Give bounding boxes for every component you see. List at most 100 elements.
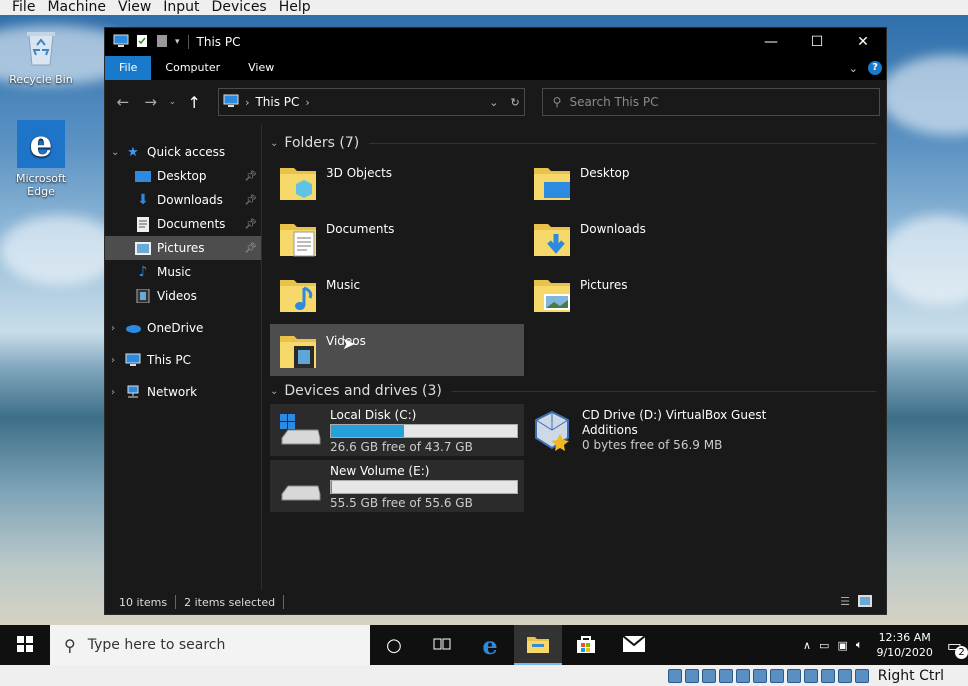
this-pc-icon [223,94,239,111]
action-center-icon[interactable]: ▭ 2 [947,636,968,659]
menu-machine[interactable]: Machine [41,0,112,15]
drives-grid: Local Disk (C:) 26.6 GB free of 43.7 GB … [270,404,876,512]
search-box[interactable]: ⚲ Search This PC [541,88,881,116]
collapse-arrow-icon[interactable]: ⌄ [111,147,125,158]
chevron-down-icon[interactable]: ▾ [175,37,180,47]
new-folder-icon[interactable] [155,34,169,51]
folder-pictures[interactable]: Pictures [524,268,778,320]
expand-arrow-icon[interactable]: › [111,323,125,334]
desktop-icon-edge[interactable]: e Microsoft Edge [6,120,76,198]
folder-videos[interactable]: Videos [270,324,524,376]
folder-desktop[interactable]: Desktop [524,156,778,208]
tab-view[interactable]: View [234,56,288,80]
taskbar-mail[interactable] [610,625,658,665]
title-bar[interactable]: ▾ This PC — ☐ ✕ [105,28,886,56]
close-button[interactable]: ✕ [840,28,886,56]
video-capture-status-icon[interactable] [786,668,801,683]
pin-icon[interactable]: 📌︎ [244,195,257,206]
taskbar-edge[interactable]: e [466,625,514,665]
tab-file[interactable]: File [105,56,152,80]
collapse-arrow-icon[interactable]: ⌄ [270,386,278,397]
pin-icon[interactable]: 📌︎ [244,243,257,254]
breadcrumb-separator[interactable]: › [245,96,249,109]
virtualbox-cd-icon [530,408,574,455]
drive-c[interactable]: Local Disk (C:) 26.6 GB free of 43.7 GB [270,404,524,456]
recent-locations-button[interactable]: ⌄ [166,97,178,107]
help-icon[interactable]: ? [868,61,882,75]
audio-status-icon[interactable] [701,668,716,683]
hard-disk-status-icon[interactable] [667,668,682,683]
edge-icon: e [482,630,498,660]
up-button[interactable]: ↑ [182,93,206,112]
drives-group-header[interactable]: ⌄ Devices and drives (3) [270,378,876,404]
folder-documents[interactable]: Documents [270,212,524,264]
breadcrumb-separator[interactable]: › [305,96,309,109]
nav-item-pictures[interactable]: Pictures 📌︎ [105,236,261,260]
task-view-button[interactable] [418,625,466,665]
folder-music[interactable]: Music [270,268,524,320]
nav-quick-access[interactable]: ⌄ ★ Quick access [105,140,261,164]
address-bar[interactable]: › This PC › ⌄ ↻ [218,88,525,116]
volume-icon[interactable]: 🔈︎ [856,638,863,652]
menu-view[interactable]: View [112,0,157,15]
menu-help[interactable]: Help [273,0,317,15]
mouse-integration-status-icon[interactable] [820,668,835,683]
pin-icon[interactable]: 📌︎ [244,171,257,182]
pictures-icon [135,240,151,256]
cortana-circle-icon: ○ [386,634,402,656]
nav-onedrive[interactable]: › OneDrive [105,316,261,340]
address-dropdown-icon[interactable]: ⌄ [489,96,498,109]
forward-button[interactable]: → [139,93,163,111]
expand-arrow-icon[interactable]: › [111,387,125,398]
notification-count-badge: 2 [955,645,968,659]
display-status-icon[interactable] [769,668,784,683]
menu-input[interactable]: Input [157,0,205,15]
network-status-icon[interactable] [718,668,733,683]
taskbar-file-explorer[interactable] [514,625,562,665]
nav-item-desktop[interactable]: Desktop 📌︎ [105,164,261,188]
minimize-button[interactable]: — [748,28,794,56]
optical-drive-status-icon[interactable] [684,668,699,683]
clock[interactable]: 12:36 AM 9/10/2020 [870,630,938,660]
details-view-icon[interactable]: ☰ [840,595,850,610]
drive-d[interactable]: CD Drive (D:) VirtualBox Guest Additions… [524,404,778,456]
arrow-down-status-icon[interactable] [854,668,869,683]
taskbar-search[interactable]: ⚲ Type here to search [50,625,370,665]
cortana-button[interactable]: ○ [370,625,418,665]
mail-envelope-icon [622,634,646,655]
nav-item-music[interactable]: ♪ Music [105,260,261,284]
folder-downloads[interactable]: Downloads [524,212,778,264]
menu-devices[interactable]: Devices [206,0,273,15]
network-icon[interactable]: ▣ [837,639,847,652]
tab-computer[interactable]: Computer [151,56,234,80]
nav-network[interactable]: › Network [105,380,261,404]
breadcrumb-this-pc[interactable]: This PC [255,95,299,109]
collapse-arrow-icon[interactable]: ⌄ [270,138,278,149]
expand-ribbon-icon[interactable]: ⌄ [849,62,858,75]
power-plug-icon[interactable]: ▭ [819,639,829,652]
nav-item-videos[interactable]: Videos [105,284,261,308]
folders-group-header[interactable]: ⌄ Folders (7) [270,130,876,156]
properties-icon[interactable] [135,34,149,51]
maximize-button[interactable]: ☐ [794,28,840,56]
menu-file[interactable]: File [0,0,41,15]
virtualization-status-icon[interactable] [803,668,818,683]
start-button[interactable] [0,625,50,665]
large-icons-view-icon[interactable] [858,594,872,610]
nav-this-pc[interactable]: › This PC [105,348,261,372]
usb-status-icon[interactable] [735,668,750,683]
show-hidden-icons-icon[interactable]: ∧ [803,639,811,652]
folder-3d-objects[interactable]: 3D Objects [270,156,524,208]
pin-icon[interactable]: 📌︎ [244,219,257,230]
back-button[interactable]: ← [111,93,135,111]
shared-folders-status-icon[interactable] [752,668,767,683]
desktop-icon-recycle-bin[interactable]: Recycle Bin [6,25,76,86]
network-icon [125,384,141,400]
drive-e[interactable]: New Volume (E:) 55.5 GB free of 55.6 GB [270,460,524,512]
expand-arrow-icon[interactable]: › [111,355,125,366]
taskbar-store[interactable] [562,625,610,665]
nav-item-downloads[interactable]: ⬇ Downloads 📌︎ [105,188,261,212]
keyboard-status-icon[interactable] [837,668,852,683]
refresh-icon[interactable]: ↻ [510,96,519,109]
nav-item-documents[interactable]: Documents 📌︎ [105,212,261,236]
